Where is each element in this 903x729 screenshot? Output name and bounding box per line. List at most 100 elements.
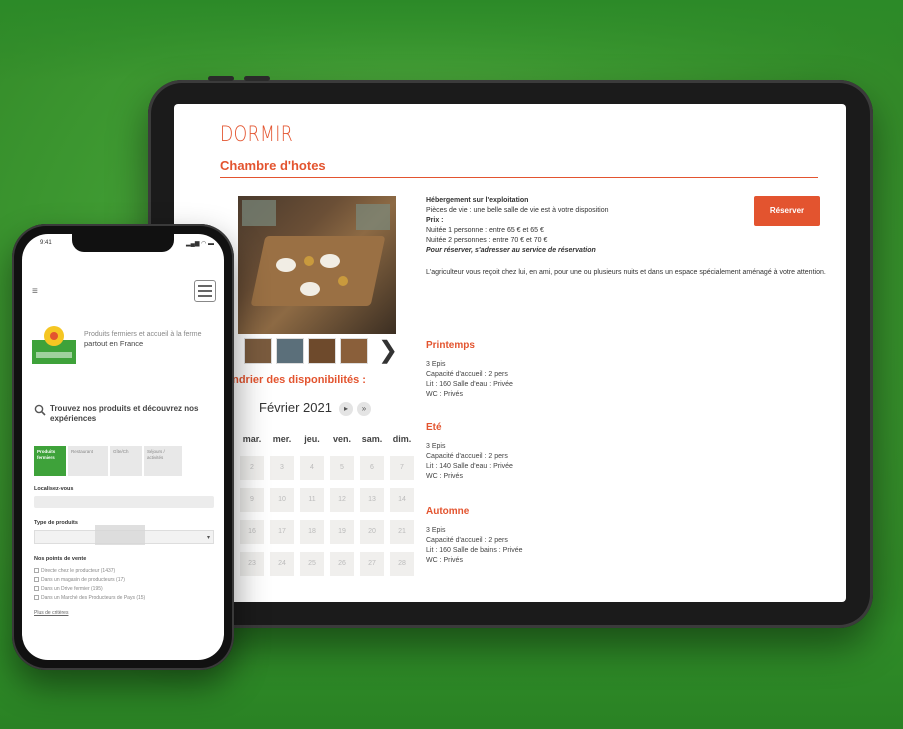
search-icon	[34, 404, 46, 416]
calendar-weekday: sam.	[361, 434, 383, 444]
tablet-screen: DORMIR Chambre d'hotes ❯ endrier des dis…	[174, 104, 846, 602]
checkbox[interactable]	[34, 577, 39, 583]
calendar-day[interactable]: 16	[240, 520, 264, 544]
calendar-day[interactable]: 28	[390, 552, 414, 576]
info-line: Pour réserver, s'adresser au service de …	[426, 247, 596, 254]
tagline-strong: partout en France	[84, 339, 144, 348]
phone-screen: 9:41 ▂▄▆ ◠ ▬ ≡ Produits fermiers et accu…	[22, 234, 224, 660]
page-title: DORMIR	[220, 122, 294, 146]
checkbox[interactable]	[34, 586, 39, 592]
photo-plate	[276, 258, 296, 272]
calendar-day[interactable]: 6	[360, 456, 384, 480]
calendar-next-button[interactable]: ▸	[339, 402, 353, 416]
checkbox-label: Dans un Drive fermier (195)	[41, 586, 103, 592]
localisation-input[interactable]	[34, 496, 214, 508]
checkbox-item[interactable]: Dans un Drive fermier (195)	[34, 586, 103, 592]
calendar-day[interactable]: 17	[270, 520, 294, 544]
tab-restaurant[interactable]: Restaurant	[68, 446, 108, 476]
photo-window	[242, 200, 276, 226]
calendar-day[interactable]: 2	[240, 456, 264, 480]
product-type-label: Type de produits	[34, 520, 78, 526]
checkbox[interactable]	[34, 595, 39, 601]
hamburger-menu-icon[interactable]	[194, 280, 216, 302]
calendar-day[interactable]: 25	[300, 552, 324, 576]
calendar-day[interactable]: 14	[390, 488, 414, 512]
localisation-label: Localisez-vous	[34, 486, 74, 492]
calendar-day[interactable]: 12	[330, 488, 354, 512]
calendar-day[interactable]: 3	[270, 456, 294, 480]
calendar-day[interactable]: 4	[300, 456, 324, 480]
calendar-weekday: mar.	[242, 434, 262, 444]
season-title: Printemps	[426, 340, 475, 351]
chevron-right-icon[interactable]: ❯	[378, 336, 398, 365]
photo-bowl	[338, 276, 348, 286]
info-line: Nuitée 2 personnes : entre 70 € et 70 €	[426, 237, 548, 244]
season-title: Eté	[426, 422, 442, 433]
calendar-next-next-button[interactable]: »	[357, 402, 371, 416]
calendar-day[interactable]: 23	[240, 552, 264, 576]
calendar-day[interactable]: 20	[360, 520, 384, 544]
description: L'agriculteur vous reçoit chez lui, en a…	[426, 269, 826, 276]
calendar-day[interactable]: 13	[360, 488, 384, 512]
season-details: 3 Epis Capacité d'accueil : 2 pers Lit :…	[426, 526, 523, 566]
info-line: Pièces de vie : une belle salle de vie e…	[426, 207, 609, 214]
season-line: Lit : 160 Salle d'eau : Privée	[426, 381, 513, 388]
season-details: 3 Epis Capacité d'accueil : 2 pers Lit :…	[426, 442, 513, 482]
status-icons: ▂▄▆ ◠ ▬	[186, 241, 215, 247]
thumbnail[interactable]	[244, 338, 272, 364]
thumbnail[interactable]	[308, 338, 336, 364]
season-line: Lit : 160 Salle de bains : Privée	[426, 547, 523, 554]
checkbox-item[interactable]: Dans un magasin de producteurs (17)	[34, 577, 125, 583]
room-photo[interactable]	[238, 196, 396, 334]
tagline: Produits fermiers et accueil à la ferme …	[84, 330, 218, 349]
phone-notch	[72, 234, 174, 252]
category-tabs: Produits fermiers Restaurant Gîte/Ch Séj…	[34, 446, 182, 476]
menu-small-icon[interactable]: ≡	[32, 286, 38, 297]
checkbox-label: Dans un Marché des Producteurs de Pays (…	[41, 595, 146, 601]
checkbox-item[interactable]: Directe chez le producteur (1437)	[34, 568, 115, 574]
calendar-day[interactable]: 27	[360, 552, 384, 576]
calendar-title: endrier des disponibilités :	[226, 374, 366, 386]
info-line: Nuitée 1 personne : entre 65 € et 65 €	[426, 227, 544, 234]
search-title: Trouvez nos produits et découvrez nos ex…	[50, 404, 199, 423]
calendar-day[interactable]: 18	[300, 520, 324, 544]
season-line: WC : Privés	[426, 391, 463, 398]
info-line: Prix :	[426, 217, 444, 224]
calendar-day[interactable]: 7	[390, 456, 414, 480]
calendar-day[interactable]: 5	[330, 456, 354, 480]
photo-thumbnails: ❯	[234, 336, 412, 366]
calendar-day[interactable]: 11	[300, 488, 324, 512]
thumbnail[interactable]	[276, 338, 304, 364]
tagline-text: Produits fermiers et accueil à la ferme	[84, 331, 202, 338]
checkbox-label: Dans un magasin de producteurs (17)	[41, 577, 125, 583]
photo-table	[250, 236, 386, 306]
checkbox-item[interactable]: Dans un Marché des Producteurs de Pays (…	[34, 595, 145, 601]
title-divider	[220, 177, 818, 178]
photo-plate	[300, 282, 320, 296]
product-type-select[interactable]: ▾	[34, 525, 214, 545]
calendar-weekday: jeu.	[304, 434, 320, 444]
calendar-day[interactable]: 26	[330, 552, 354, 576]
tablet-side-button	[208, 76, 234, 81]
calendar-day[interactable]: 10	[270, 488, 294, 512]
background-top	[0, 0, 903, 80]
season-line: WC : Privés	[426, 557, 463, 564]
calendar-day[interactable]: 21	[390, 520, 414, 544]
season-line: Capacité d'accueil : 2 pers	[426, 453, 508, 460]
tab-produits-fermiers[interactable]: Produits fermiers	[34, 446, 66, 476]
tab-sejours[interactable]: Séjours / activités	[144, 446, 182, 476]
checkbox[interactable]	[34, 568, 39, 574]
photo-plate	[320, 254, 340, 268]
thumbnail[interactable]	[340, 338, 368, 364]
more-criteria-link[interactable]: Plus de critères	[34, 610, 68, 616]
season-line: WC : Privés	[426, 473, 463, 480]
tab-gite[interactable]: Gîte/Ch	[110, 446, 142, 476]
calendar-day[interactable]: 19	[330, 520, 354, 544]
points-de-vente-label: Nos points de vente	[34, 556, 87, 562]
season-line: 3 Epis	[426, 361, 446, 368]
info-line: Hébergement sur l'exploitation	[426, 197, 529, 204]
calendar-day[interactable]: 9	[240, 488, 264, 512]
section-subtitle: Chambre d'hotes	[220, 158, 326, 173]
select-value-blur	[95, 525, 145, 545]
calendar-day[interactable]: 24	[270, 552, 294, 576]
